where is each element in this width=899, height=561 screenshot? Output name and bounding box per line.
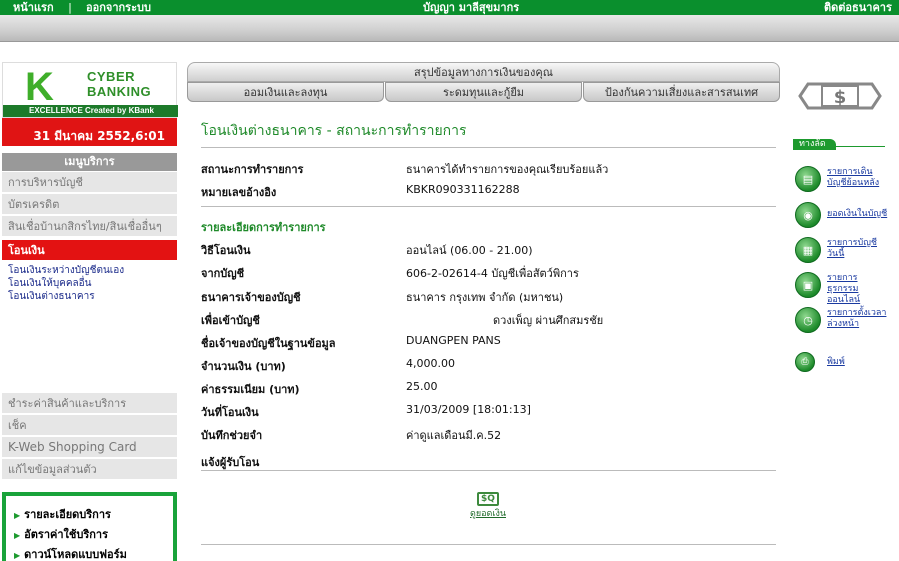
- info-link-label: ดาวน์โหลดแบบฟอร์ม: [24, 548, 127, 561]
- shortcut-label-line1: ยอดเงินในบัญชี: [827, 209, 888, 219]
- arrow-right-icon: ▶: [14, 551, 21, 560]
- info-link-label: อัตราค่าใช้บริการ: [24, 528, 108, 541]
- detail-label: บันทึกช่วยจำ: [201, 429, 263, 442]
- info-link-label: รายละเอียดบริการ: [24, 508, 111, 521]
- shortcut-label: รายการตั้งเวลา ล่วงหน้า: [827, 308, 886, 330]
- view-balance-label: ดูยอดเงิน: [470, 509, 506, 519]
- detail-value: ธนาคาร กรุงเทพ จำกัด (มหาชน): [406, 291, 564, 304]
- detail-label: แจ้งผู้รับโอน: [201, 456, 260, 469]
- logo-tagline: EXCELLENCE Created by KBank: [3, 105, 178, 117]
- balance-icon: ◉: [795, 202, 821, 228]
- submenu-third-party-transfer[interactable]: โอนเงินให้บุคคลอื่น: [8, 277, 92, 290]
- shortcut-label-line1: พิมพ์: [827, 357, 845, 367]
- session-datetime: 31 มีนาคม 2552,6:01 p.m.: [2, 118, 177, 179]
- menu-item-kweb-shopping-card[interactable]: K-Web Shopping Card: [2, 437, 177, 458]
- tab-funding-borrowing[interactable]: ระดมทุนและกู้ยืม: [385, 82, 582, 102]
- schedule-icon: ◷: [795, 307, 821, 333]
- menu-item-cheque[interactable]: เช็ค: [2, 415, 177, 436]
- menu-item-credit-card[interactable]: บัตรเครดิต: [2, 194, 177, 215]
- nav-separator: |: [68, 1, 73, 14]
- shortcut-label: พิมพ์: [827, 357, 845, 368]
- shortcut-label-line2: ธุรกรรมออนไลน์: [827, 284, 861, 305]
- menu-item-account-management[interactable]: การบริหารบัญชี: [2, 172, 177, 193]
- logo-line2: BANKING: [87, 84, 152, 99]
- shortcut-label-line2: ล่วงหน้า: [827, 319, 860, 329]
- divider: [201, 544, 776, 545]
- detail-label: ชื่อเจ้าของบัญชีในฐานข้อมูล: [201, 337, 336, 350]
- shortcut-label-line1: รายการ: [827, 273, 858, 283]
- shortcut-label-line1: รายการเดิน: [827, 167, 873, 177]
- detail-value: 25.00: [406, 380, 438, 393]
- divider: [201, 470, 776, 471]
- menu-item-transfer[interactable]: โอนเงิน: [2, 240, 177, 261]
- shortcut-label-line1: รายการตั้งเวลา: [827, 308, 887, 318]
- detail-value: ค่าดูแลเดือนมี.ค.52: [406, 429, 502, 442]
- shortcut-label: ยอดเงินในบัญชี: [827, 209, 887, 220]
- shortcut-label: รายการ ธุรกรรมออนไลน์: [827, 273, 890, 306]
- divider: [201, 206, 776, 207]
- detail-label: ค่าธรรมเนียม (บาท): [201, 383, 300, 396]
- logo-line1: CYBER: [87, 69, 136, 84]
- detail-value: ดวงเพ็ญ ผ่านศึกสมรชัย: [493, 314, 604, 327]
- kbank-cyber-banking-logo: K CYBER BANKING EXCELLENCE Created by KB…: [2, 62, 178, 118]
- page-title: โอนเงินต่างธนาคาร - สถานะการทำรายการ: [201, 123, 467, 139]
- shortcut-header: ทางลัด: [793, 136, 885, 150]
- view-balance-icon: $Q: [477, 492, 499, 506]
- info-links-box: ▶ รายละเอียดบริการ ▶ อัตราค่าใช้บริการ ▶ ดา…: [2, 492, 177, 561]
- top-nav-bar: หน้าแรก | ออกจากระบบ บัญญา มาลีสุขมากร ต…: [0, 0, 899, 15]
- reference-label: หมายเลขอ้างอิง: [201, 186, 277, 199]
- tab-financial-summary[interactable]: สรุปข้อมูลทางการเงินของคุณ: [187, 62, 780, 82]
- reference-value: KBKR090331162288: [406, 183, 520, 196]
- detail-label: จำนวนเงิน (บาท): [201, 360, 286, 373]
- section-title: รายละเอียดการทำรายการ: [201, 221, 326, 234]
- menu-item-edit-profile[interactable]: แก้ไขข้อมูลส่วนตัว: [2, 459, 177, 480]
- submenu-own-account-transfer[interactable]: โอนเงินระหว่างบัญชีตนเอง: [8, 264, 124, 277]
- shortcut-label-line1: รายการบัญชี: [827, 238, 877, 248]
- detail-value: 606-2-02614-4 บัญชีเพื่อสัตว์พิการ: [406, 267, 579, 280]
- home-link[interactable]: หน้าแรก: [13, 0, 54, 15]
- arrow-right-icon: ▶: [14, 511, 21, 520]
- detail-value: 31/03/2009 [18:01:13]: [406, 403, 531, 416]
- menu-item-loans[interactable]: สินเชื่อบ้านกสิกรไทย/สินเชื่ออื่นๆ: [2, 216, 177, 237]
- info-link-service-details[interactable]: ▶ รายละเอียดบริการ: [14, 505, 111, 523]
- tab-risk-protection[interactable]: ป้องกันความเสี่ยงและสารสนเทศ: [583, 82, 780, 102]
- logo-text: CYBER BANKING: [87, 69, 151, 99]
- info-link-fees[interactable]: ▶ อัตราค่าใช้บริการ: [14, 525, 108, 543]
- transaction-icon: ▣: [795, 272, 821, 298]
- shortcut-label-line2: บัญชีย้อนหลัง: [827, 178, 880, 188]
- shortcut-header-label: ทางลัด: [793, 139, 836, 150]
- logout-link[interactable]: ออกจากระบบ: [86, 0, 151, 15]
- detail-value: DUANGPEN PANS: [406, 334, 501, 347]
- submenu-interbank-transfer[interactable]: โอนเงินต่างธนาคาร: [8, 290, 95, 303]
- detail-value: 4,000.00: [406, 357, 455, 370]
- user-name: บัญญา มาลีสุขมากร: [423, 1, 520, 14]
- dollar-symbol: $: [834, 87, 847, 108]
- view-balance-button[interactable]: $Q ดูยอดเงิน: [470, 492, 506, 520]
- service-menu-header: เมนูบริการ: [2, 153, 177, 171]
- shortcut-label: รายการเดิน บัญชีย้อนหลัง: [827, 167, 879, 189]
- shortcut-label: รายการบัญชี วันนี้: [827, 238, 877, 260]
- arrow-right-icon: ▶: [14, 531, 21, 540]
- dollar-transfer-icon: $: [798, 82, 882, 110]
- detail-label: วิธีโอนเงิน: [201, 244, 251, 257]
- detail-label: จากบัญชี: [201, 267, 245, 280]
- today-icon: ▦: [795, 237, 821, 263]
- statement-icon: ▤: [795, 166, 821, 192]
- logo-letter: K: [25, 65, 54, 109]
- divider: [201, 147, 776, 148]
- tab-savings-investment[interactable]: ออมเงินและลงทุน: [187, 82, 384, 102]
- status-label: สถานะการทำรายการ: [201, 163, 304, 176]
- detail-label: วันที่โอนเงิน: [201, 406, 259, 419]
- shortcut-label-line2: วันนี้: [827, 249, 845, 259]
- info-link-download-forms[interactable]: ▶ ดาวน์โหลดแบบฟอร์ม: [14, 545, 127, 561]
- header-band: [0, 15, 899, 42]
- detail-label: เพื่อเข้าบัญชี: [201, 314, 260, 327]
- menu-item-bill-payment[interactable]: ชำระค่าสินค้าและบริการ: [2, 393, 177, 414]
- contact-link[interactable]: ติดต่อธนาคาร: [824, 0, 892, 15]
- detail-value: ออนไลน์ (06.00 - 21.00): [406, 244, 533, 257]
- status-value: ธนาคารได้ทำรายการของคุณเรียบร้อยแล้ว: [406, 163, 609, 176]
- print-icon: ⎙: [795, 352, 815, 372]
- detail-label: ธนาคารเจ้าของบัญชี: [201, 291, 301, 304]
